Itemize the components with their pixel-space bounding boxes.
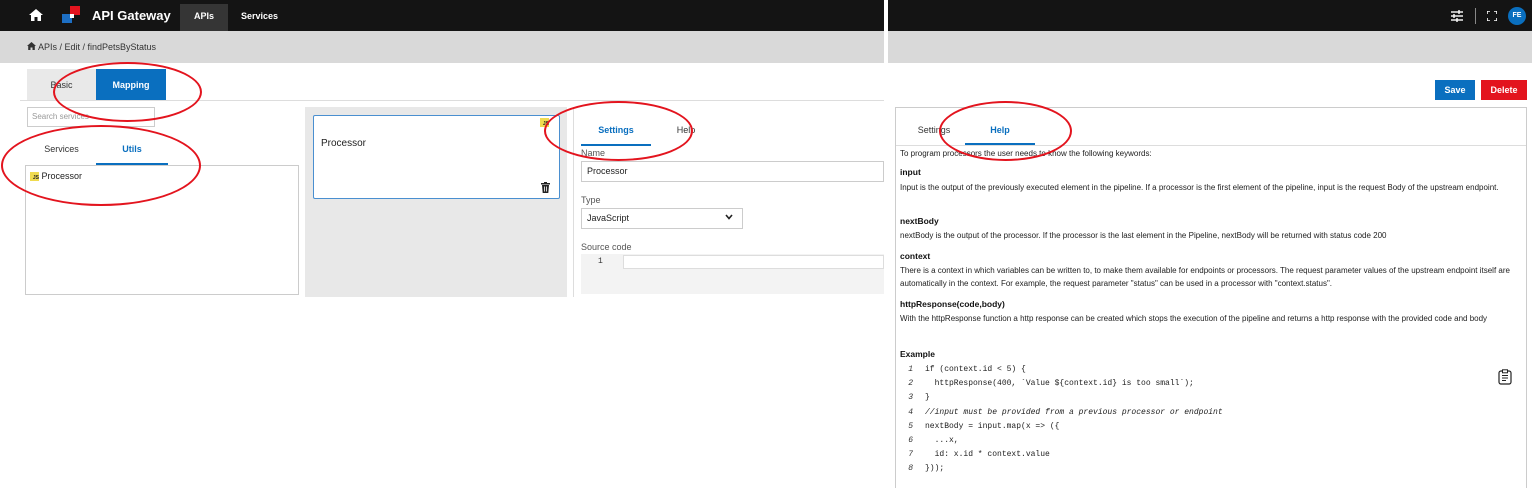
code-line: httpResponse(400, `Value ${context.id} i… [925, 379, 1194, 389]
processor-card-title: Processor [321, 138, 367, 149]
type-select[interactable]: JavaScript [581, 208, 743, 229]
breadcrumb[interactable]: APIs / Edit / findPetsByStatus [38, 42, 156, 52]
type-label: Type [581, 195, 601, 205]
code-line-number: 8 [908, 464, 913, 474]
code-editor-line[interactable] [623, 255, 884, 269]
annotation-circle [939, 101, 1072, 161]
example-label: Example [900, 349, 935, 359]
name-field[interactable]: Processor [581, 161, 884, 182]
keyword-input-desc: Input is the output of the previously ex… [900, 183, 1499, 192]
code-line-number: 2 [908, 379, 913, 389]
code-line: //input must be provided from a previous… [925, 407, 1223, 417]
save-button[interactable]: Save [1435, 80, 1475, 100]
line-number: 1 [598, 257, 603, 266]
breadcrumb-home-icon[interactable] [27, 42, 36, 50]
fullscreen-icon[interactable] [1487, 11, 1497, 21]
home-icon[interactable] [28, 8, 44, 22]
annotation-circle [1, 125, 201, 206]
help-panel [895, 107, 1527, 488]
code-line: nextBody = input.map(x => ({ [925, 421, 1060, 431]
keyword-nextbody-desc: nextBody is the output of the processor.… [900, 231, 1387, 240]
delete-button[interactable]: Delete [1481, 80, 1527, 100]
annotation-circle [544, 101, 693, 161]
avatar[interactable]: FE [1508, 7, 1526, 25]
code-line-number: 4 [908, 407, 913, 417]
clipboard-icon[interactable] [1498, 369, 1512, 385]
code-line-number: 6 [908, 436, 913, 445]
app-title: API Gateway [92, 8, 171, 23]
breadcrumb-bar [888, 31, 1532, 63]
keyword-nextbody: nextBody [900, 216, 939, 226]
code-line-number: 3 [908, 393, 913, 403]
code-line: } [925, 393, 930, 403]
code-line-number: 7 [908, 450, 913, 460]
keyword-httpresponse: httpResponse(code,body) [900, 299, 1005, 309]
chevron-down-icon [725, 214, 733, 220]
keyword-context: context [900, 251, 931, 261]
logo-icon [62, 6, 80, 23]
sliders-icon[interactable] [1451, 10, 1463, 22]
keyword-input: input [900, 167, 921, 177]
divider [1475, 8, 1476, 24]
nav-services[interactable]: Services [241, 4, 278, 31]
annotation-circle [53, 62, 202, 122]
processor-card[interactable] [313, 115, 560, 199]
code-line: })); [925, 464, 945, 474]
code-line-number: 1 [908, 365, 913, 374]
code-line: ...x, [925, 436, 959, 445]
code-line: if (context.id < 5) { [925, 365, 1026, 374]
keyword-httpresponse-desc: With the httpResponse function a http re… [900, 314, 1488, 323]
trash-icon[interactable] [541, 182, 550, 193]
nav-apis[interactable]: APIs [180, 4, 228, 31]
source-code-label: Source code [581, 242, 632, 252]
keyword-context-desc: There is a context in which variables ca… [900, 266, 1510, 288]
code-line-number: 5 [908, 421, 913, 431]
top-navbar [888, 0, 1532, 31]
code-line: id: x.id * context.value [925, 450, 1050, 460]
